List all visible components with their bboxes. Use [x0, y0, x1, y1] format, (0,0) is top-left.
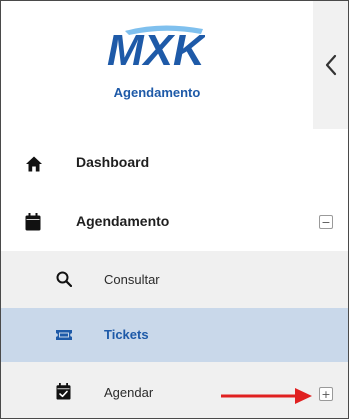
calendar-check-icon: [56, 383, 71, 400]
calendar-icon: [25, 213, 41, 231]
sidebar-panel: MXK Agendamento Dashboard Agendamento − …: [0, 0, 349, 419]
brand-title: Agendamento: [113, 85, 201, 100]
svg-text:MXK: MXK: [107, 26, 205, 73]
menu-item-label: Dashboard: [76, 154, 150, 170]
mxk-logo: MXK: [107, 25, 205, 73]
submenu-item-tickets[interactable]: Tickets: [1, 308, 348, 362]
submenu-item-label: Tickets: [104, 327, 149, 342]
collapse-toggle[interactable]: −: [319, 215, 333, 229]
menu-item-label: Agendamento: [76, 213, 170, 229]
submenu-item-label: Agendar: [104, 385, 154, 400]
submenu-item-consultar[interactable]: Consultar: [1, 253, 348, 307]
collapse-sidebar-button[interactable]: [313, 1, 348, 129]
sidebar-header: MXK Agendamento: [1, 1, 348, 129]
home-icon: [25, 155, 43, 173]
submenu-item-label: Consultar: [104, 272, 160, 287]
menu-item-agendamento[interactable]: Agendamento −: [1, 193, 348, 251]
search-icon: [56, 271, 72, 287]
red-arrow-annotation: [221, 388, 312, 404]
chevron-left-icon: [325, 54, 336, 76]
expand-toggle[interactable]: +: [319, 387, 333, 401]
ticket-icon: [55, 327, 73, 343]
menu-item-dashboard[interactable]: Dashboard: [1, 135, 348, 191]
brand-area: MXK Agendamento: [1, 1, 313, 129]
